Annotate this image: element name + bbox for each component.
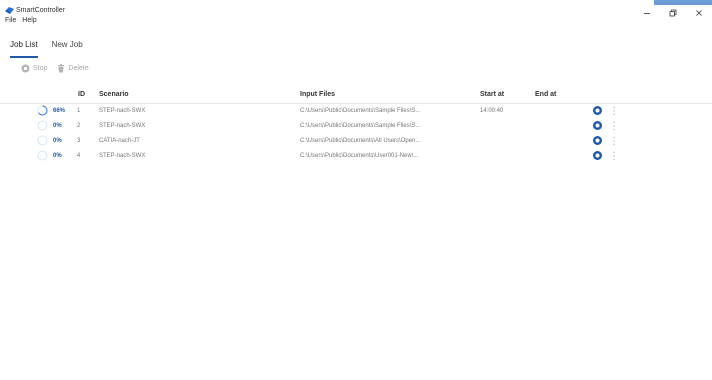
delete-label: Delete <box>68 65 89 72</box>
table-header: ID Scenario Input Files Start at End at <box>0 86 712 104</box>
close-icon <box>696 10 702 16</box>
progress-spinner-icon <box>37 150 48 161</box>
minimize-button[interactable] <box>634 4 660 22</box>
job-scenario: CATIA-nach-JT <box>99 138 140 144</box>
stop-button[interactable]: Stop <box>21 64 47 73</box>
tab-job-list[interactable]: Job List <box>10 40 38 58</box>
window-controls <box>634 4 712 22</box>
progress-percent: 0% <box>53 153 62 159</box>
app-logo-icon <box>5 7 14 14</box>
table-row[interactable]: 0% 2 STEP-nach-SWX C:\Users\Public\Document… <box>0 119 712 134</box>
job-input-files: C:\Users\Public\Documents\Sample Files\S… <box>300 108 421 114</box>
progress-spinner-icon <box>37 120 48 131</box>
job-input-files: C:\Users\Public\Documents\All Users\Open… <box>300 138 421 144</box>
stop-icon <box>21 64 30 73</box>
minimize-icon <box>644 13 650 14</box>
job-scenario: STEP-nach-SWX <box>99 108 146 114</box>
stop-label: Stop <box>33 65 48 72</box>
table-row[interactable]: 66% 1 STEP-nach-SWX C:\Users\Public\Documen… <box>0 104 712 119</box>
job-id: 1 <box>77 108 81 114</box>
column-header-id[interactable]: ID <box>78 90 85 100</box>
delete-button[interactable]: Delete <box>57 64 89 73</box>
job-details-icon[interactable] <box>592 120 603 131</box>
job-scenario: STEP-nach-SWX <box>99 123 146 129</box>
job-scenario: STEP-nach-SWX <box>99 153 146 159</box>
progress-percent: 0% <box>53 138 62 144</box>
progress-spinner-icon <box>37 135 48 146</box>
column-header-input-files[interactable]: Input Files <box>300 90 335 100</box>
job-id: 2 <box>77 123 81 129</box>
job-id: 3 <box>77 138 81 144</box>
progress-percent: 0% <box>53 123 62 129</box>
more-options-icon[interactable] <box>612 151 616 161</box>
job-table: ID Scenario Input Files Start at End at … <box>0 86 712 164</box>
toolbar: Stop Delete <box>21 64 89 73</box>
more-options-icon[interactable] <box>612 136 616 146</box>
job-details-icon[interactable] <box>592 105 603 116</box>
close-button[interactable] <box>686 4 712 22</box>
more-options-icon[interactable] <box>612 121 616 131</box>
app-title: SmartController <box>16 7 66 14</box>
progress-spinner-icon <box>37 105 48 116</box>
table-row[interactable]: 0% 3 CATIA-nach-JT C:\Users\Public\Document… <box>0 134 712 149</box>
title-bar: SmartController File Help <box>0 0 712 24</box>
job-details-icon[interactable] <box>592 135 603 146</box>
column-header-end-at[interactable]: End at <box>535 90 556 100</box>
more-options-icon[interactable] <box>612 106 616 116</box>
progress-percent: 66% <box>53 108 66 114</box>
table-body: 66% 1 STEP-nach-SWX C:\Users\Public\Documen… <box>0 104 712 164</box>
job-input-files: C:\Users\Public\Documents\User001-New\..… <box>300 153 419 159</box>
job-id: 4 <box>77 153 81 159</box>
tab-bar: Job List New Job <box>10 40 83 58</box>
menu-help[interactable]: Help <box>22 17 36 25</box>
column-header-scenario[interactable]: Scenario <box>99 90 129 100</box>
restore-button[interactable] <box>660 4 686 22</box>
tab-new-job[interactable]: New Job <box>52 40 83 54</box>
menu-bar: File Help <box>5 17 37 25</box>
job-input-files: C:\Users\Public\Documents\Sample Files\S… <box>300 123 421 129</box>
menu-file[interactable]: File <box>5 17 16 25</box>
table-row[interactable]: 0% 4 STEP-nach-SWX C:\Users\Public\Document… <box>0 149 712 164</box>
app-window: SmartController File Help Job List New J… <box>0 0 712 380</box>
trash-icon <box>58 64 65 73</box>
job-details-icon[interactable] <box>592 150 603 161</box>
column-header-start-at[interactable]: Start at <box>480 90 504 100</box>
restore-icon <box>669 9 677 17</box>
job-start-at: 14:00:40 <box>480 108 504 114</box>
